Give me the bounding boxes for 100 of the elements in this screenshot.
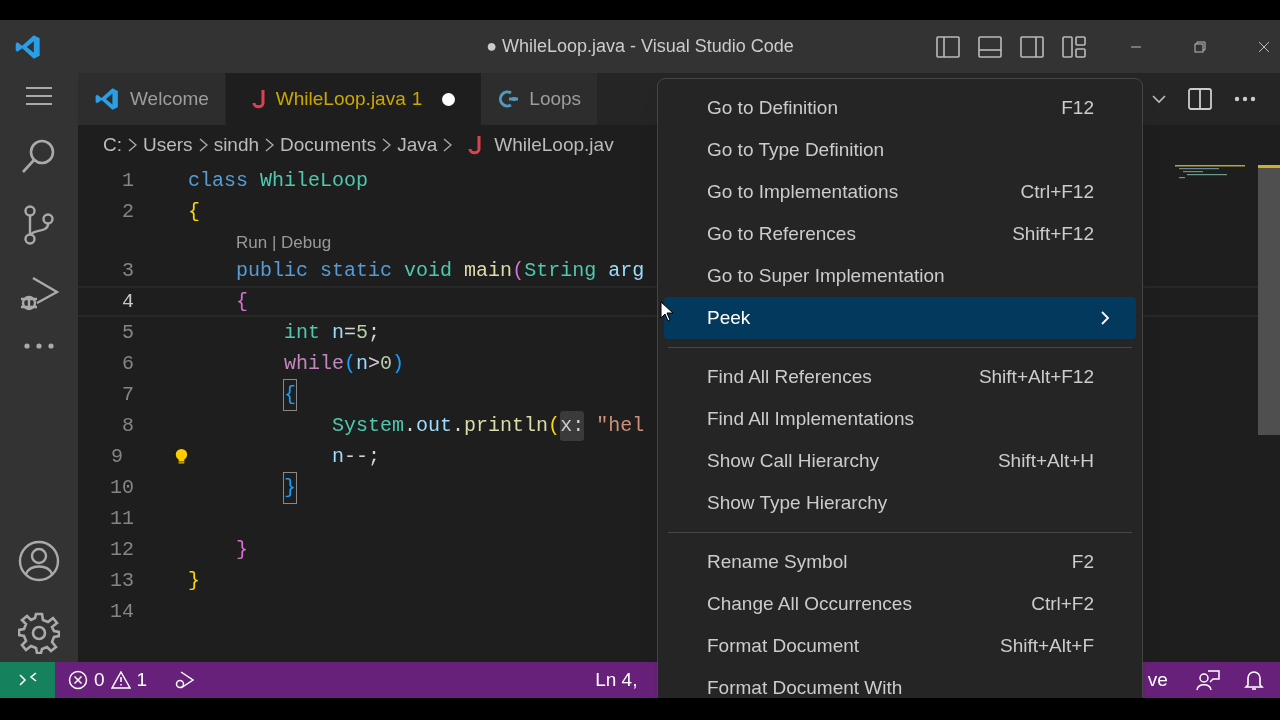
line-number: 5 <box>122 319 134 346</box>
app-logo-icon <box>94 86 120 112</box>
line-number: 6 <box>122 350 134 377</box>
menu-item[interactable]: Find All References Shift+Alt+F12 <box>664 356 1136 398</box>
more-icon[interactable] <box>23 343 55 349</box>
account-icon[interactable] <box>18 540 60 582</box>
remote-button[interactable] <box>0 662 55 698</box>
more-actions-icon[interactable] <box>1234 96 1256 102</box>
shortcut-label: Ctrl+F2 <box>1031 591 1094 616</box>
line-number: 3 <box>122 257 134 284</box>
status-item[interactable]: ve <box>1147 665 1168 695</box>
code-token: . <box>452 412 465 439</box>
window-title: ● WhileLoop.java - Visual Studio Code <box>485 35 795 58</box>
java-file-icon <box>251 89 266 109</box>
code-token: { <box>284 379 297 410</box>
breadcrumb-item[interactable]: C: <box>103 130 122 160</box>
code-token: 0 <box>380 350 393 377</box>
line-number: 9 <box>111 443 124 470</box>
code-token: 5 <box>356 319 369 346</box>
chevron-right-icon <box>443 137 453 153</box>
breadcrumb-item[interactable]: sindh <box>213 130 260 160</box>
code-token: public <box>236 257 309 284</box>
code-token: main <box>464 257 513 284</box>
line-number: 8 <box>122 412 134 439</box>
menu-item[interactable]: Find All Implementations <box>664 398 1136 440</box>
menu-item[interactable]: Format Document Shift+Alt+F <box>664 625 1136 667</box>
chevron-right-icon <box>198 137 208 153</box>
settings-icon[interactable] <box>18 612 60 654</box>
breadcrumb-item[interactable]: WhileLoop.jav <box>494 130 614 160</box>
code-token: println <box>464 412 549 439</box>
code-token: { <box>236 288 249 315</box>
feedback-icon[interactable] <box>1195 669 1220 691</box>
menu-item[interactable]: Format Document With <box>664 667 1136 698</box>
problems-button[interactable]: 0 1 <box>68 665 148 695</box>
menu-item[interactable]: Peek <box>664 297 1136 339</box>
chevron-down-icon[interactable] <box>1152 94 1166 104</box>
split-editor-icon[interactable] <box>1188 88 1212 110</box>
scrollbar[interactable] <box>1258 165 1280 435</box>
editor-tab[interactable]: Loops <box>481 73 599 125</box>
code-token: "hel <box>596 412 645 439</box>
menu-item[interactable]: Rename Symbol F2 <box>664 541 1136 583</box>
line-number: 1 <box>122 167 134 194</box>
run-debug-icon[interactable] <box>19 275 59 313</box>
editor-tab[interactable]: Welcome <box>78 73 226 125</box>
shortcut-label: Ctrl+F12 <box>1020 179 1094 204</box>
menu-item[interactable]: Go to Type Definition <box>664 129 1136 171</box>
breadcrumb-item[interactable]: Java <box>397 130 438 160</box>
remote-icon <box>18 672 37 688</box>
debug-icon[interactable] <box>173 670 196 690</box>
minimap-drawing <box>1175 165 1245 181</box>
panel-toggle-icon[interactable] <box>978 35 1002 58</box>
code-token: { <box>188 198 200 225</box>
chevron-right-icon <box>265 137 275 153</box>
code-token: } <box>284 472 297 503</box>
code-lens[interactable]: Run | Debug <box>236 229 332 255</box>
cursor-position[interactable]: Ln 4, <box>595 665 643 695</box>
code-token: --; <box>344 443 381 470</box>
menu-icon[interactable] <box>25 85 53 107</box>
code-token: while <box>284 350 345 377</box>
problem-count: 1 <box>411 86 423 111</box>
layout-icon[interactable] <box>1062 35 1086 58</box>
line-number: 7 <box>122 381 134 408</box>
menu-item[interactable]: Go to Super Implementation <box>664 255 1136 297</box>
chevron-right-icon <box>128 137 137 153</box>
notifications-icon[interactable] <box>1243 669 1264 691</box>
code-token: > <box>368 350 381 377</box>
menu-item[interactable]: Go to Definition F12 <box>664 87 1136 129</box>
menu-item[interactable]: Go to Implementations Ctrl+F12 <box>664 171 1136 213</box>
code-token: WhileLoop <box>260 167 369 194</box>
error-icon <box>68 670 88 690</box>
menu-item[interactable]: Show Call Hierarchy Shift+Alt+H <box>664 440 1136 482</box>
menu-item[interactable]: Show Type Hierarchy <box>664 482 1136 524</box>
secondary-sidebar-icon[interactable] <box>1020 35 1044 58</box>
menu-item[interactable]: Go to References Shift+F12 <box>664 213 1136 255</box>
code-token: class <box>188 167 248 194</box>
shortcut-label: Shift+F12 <box>1012 221 1094 246</box>
tab-label: WhileLoop.java <box>275 86 406 111</box>
code-token: ; <box>368 319 381 346</box>
code-token: n <box>356 350 369 377</box>
restore-icon[interactable] <box>1194 40 1206 53</box>
code-token: String <box>524 257 597 284</box>
breadcrumb-item[interactable]: Users <box>143 130 193 160</box>
code-token: . <box>404 412 417 439</box>
sidebar-toggle-icon[interactable] <box>936 35 960 58</box>
menu-item[interactable]: Change All Occurrences Ctrl+F2 <box>664 583 1136 625</box>
tab-label: Loops <box>529 86 582 111</box>
close-icon[interactable] <box>1258 40 1270 53</box>
code-token: out <box>416 412 453 439</box>
code-token: ( <box>512 257 525 284</box>
line-number: 2 <box>122 198 134 225</box>
editor-tab[interactable]: WhileLoop.java 1 <box>225 73 482 125</box>
line-number: 14 <box>110 598 134 625</box>
code-token: ( <box>344 350 357 377</box>
mouse-pointer-icon <box>660 301 674 323</box>
line-number: 4 <box>122 288 134 315</box>
line-number: 10 <box>110 474 134 501</box>
breadcrumb-item[interactable]: Documents <box>280 130 377 160</box>
source-control-icon[interactable] <box>22 205 56 245</box>
shortcut-label: Shift+Alt+H <box>997 448 1094 473</box>
cpp-file-icon <box>497 89 520 109</box>
